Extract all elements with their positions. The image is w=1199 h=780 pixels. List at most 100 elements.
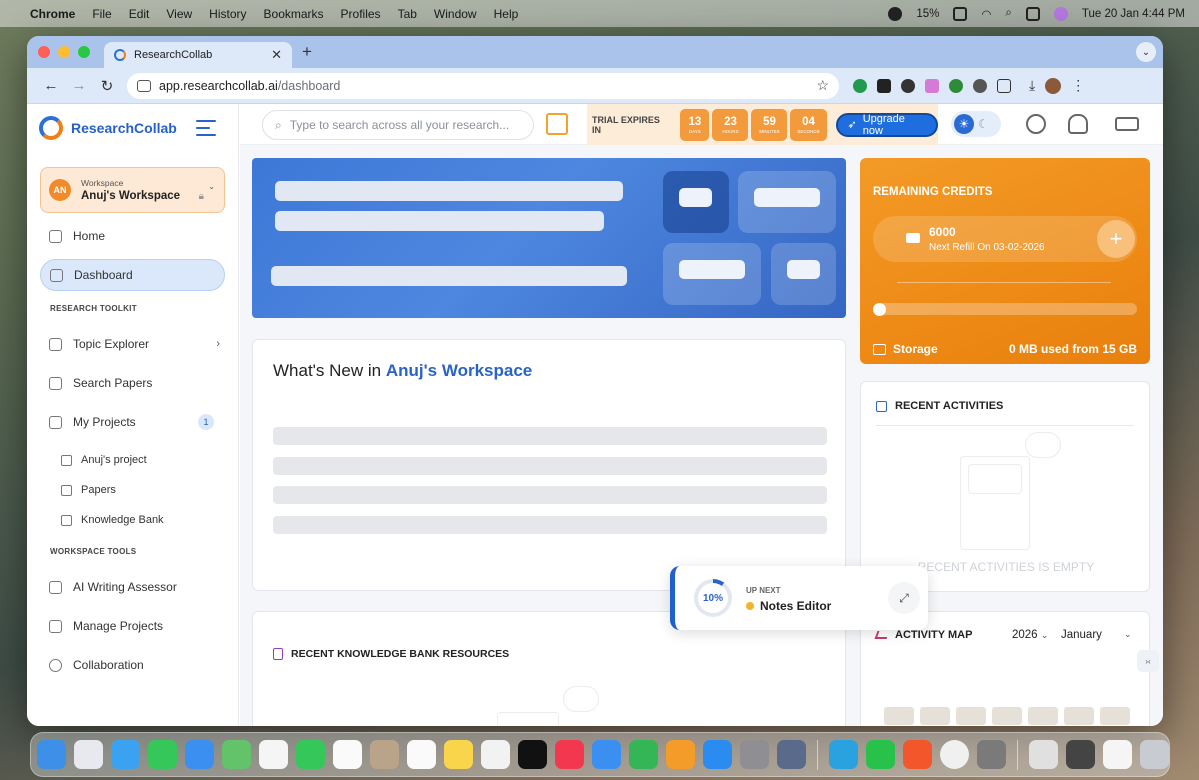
reload-icon[interactable]: ↻: [93, 77, 121, 95]
month-select[interactable]: January: [1061, 629, 1102, 641]
reminders-icon[interactable]: [407, 740, 436, 769]
forward-icon[interactable]: →: [65, 77, 93, 94]
menu-file[interactable]: File: [92, 7, 111, 21]
sidebar-item-knowledge-bank[interactable]: Knowledge Bank: [27, 505, 238, 535]
contacts-icon[interactable]: [370, 740, 399, 769]
sidebar-item-ai-writing-assessor[interactable]: AI Writing Assessor: [27, 571, 238, 603]
system-settings-icon[interactable]: [740, 740, 769, 769]
tab-search-icon[interactable]: ⌄: [1136, 42, 1156, 62]
facetime-icon[interactable]: [296, 740, 325, 769]
menu-profiles[interactable]: Profiles: [341, 7, 381, 21]
app-store-icon[interactable]: [703, 740, 732, 769]
location-icon[interactable]: [888, 6, 903, 21]
menu-help[interactable]: Help: [494, 7, 519, 21]
sidebar-item-papers[interactable]: Papers: [27, 475, 238, 505]
messages-icon[interactable]: [148, 740, 177, 769]
add-credits-button[interactable]: +: [1097, 220, 1135, 258]
menu-view[interactable]: View: [166, 7, 192, 21]
profile-avatar[interactable]: [1045, 77, 1062, 94]
address-bar[interactable]: app.researchcollab.ai/dashboard ☆: [127, 72, 839, 99]
menu-tab[interactable]: Tab: [398, 7, 417, 21]
music-icon[interactable]: [555, 740, 584, 769]
keynote-icon[interactable]: [592, 740, 621, 769]
history-clock-icon[interactable]: [1026, 114, 1046, 134]
control-center-icon[interactable]: [1025, 6, 1040, 21]
chrome-menu-icon[interactable]: ⋮: [1071, 77, 1085, 94]
sidebar-item-home[interactable]: Home: [27, 220, 238, 252]
menubar-clock[interactable]: Tue 20 Jan 4:44 PM: [1082, 8, 1185, 20]
sidebar-item-project[interactable]: Anuj's project: [27, 445, 238, 475]
extension-m-icon[interactable]: [925, 78, 939, 93]
chevron-down-icon[interactable]: ⌄: [1124, 629, 1132, 640]
up-next-widget[interactable]: 10% UP NEXT Notes Editor ⤢: [670, 566, 928, 630]
new-tab-icon[interactable]: +: [302, 42, 312, 62]
calculator-icon[interactable]: [977, 740, 1006, 769]
grammarly-extension-icon[interactable]: [853, 78, 867, 93]
simulator-icon[interactable]: [777, 740, 806, 769]
safari-icon[interactable]: [111, 740, 140, 769]
site-info-icon[interactable]: [137, 79, 151, 92]
apple-tv-icon[interactable]: [518, 740, 547, 769]
zoom-window-button[interactable]: [78, 46, 90, 58]
expand-icon[interactable]: ⤢: [888, 582, 920, 614]
photos-icon[interactable]: [259, 740, 288, 769]
chevron-down-icon[interactable]: ⌄: [208, 182, 215, 191]
launchpad-icon[interactable]: [74, 740, 103, 769]
calculator-widget-icon[interactable]: [1066, 740, 1095, 769]
numbers-icon[interactable]: [629, 740, 658, 769]
browser-tab[interactable]: ResearchCollab ✕: [104, 42, 292, 68]
downloads-icon[interactable]: ⤓: [1029, 77, 1035, 94]
sidebar-item-my-projects[interactable]: My Projects 1: [27, 406, 238, 438]
gift-icon[interactable]: [546, 113, 568, 135]
menu-chrome[interactable]: Chrome: [30, 7, 75, 21]
sidebar-item-manage-projects[interactable]: Manage Projects: [27, 610, 238, 642]
sun-icon[interactable]: ☀: [954, 114, 974, 134]
chevron-right-icon[interactable]: ›: [216, 338, 220, 350]
bookmark-star-icon[interactable]: ☆: [816, 77, 829, 94]
global-search-input[interactable]: ⌕ Type to search across all your researc…: [262, 110, 534, 140]
notes-icon[interactable]: [444, 740, 473, 769]
extension-green-icon[interactable]: [949, 78, 963, 93]
extension-w-icon[interactable]: [877, 78, 891, 93]
menu-history[interactable]: History: [209, 7, 246, 21]
spotlight-icon[interactable]: ⌕: [1005, 7, 1011, 20]
menu-bookmarks[interactable]: Bookmarks: [264, 7, 324, 21]
wifi-icon[interactable]: ◠: [981, 7, 991, 21]
calendar-app-icon[interactable]: [333, 740, 362, 769]
close-tab-icon[interactable]: ✕: [271, 47, 282, 63]
extension-circle-icon[interactable]: [901, 78, 915, 93]
sidebar-item-dashboard[interactable]: Dashboard: [40, 259, 225, 291]
brave-icon[interactable]: [903, 740, 932, 769]
chrome-icon[interactable]: [940, 740, 969, 769]
graduation-cap-icon[interactable]: [1115, 117, 1139, 131]
finder-icon[interactable]: [37, 740, 66, 769]
telegram-icon[interactable]: [829, 740, 858, 769]
menu-toggle-icon[interactable]: [196, 120, 216, 136]
documents-stack-icon[interactable]: [1103, 740, 1132, 769]
menu-edit[interactable]: Edit: [129, 7, 150, 21]
siri-icon[interactable]: [1053, 6, 1068, 21]
extension-g-icon[interactable]: [973, 78, 987, 93]
whatsapp-icon[interactable]: [866, 740, 895, 769]
minimize-window-button[interactable]: [58, 46, 70, 58]
upgrade-now-button[interactable]: ➶ Upgrade now: [835, 112, 939, 137]
trash-icon[interactable]: [1140, 740, 1169, 769]
back-icon[interactable]: ←: [37, 77, 65, 94]
workspace-switcher[interactable]: AN Workspace Anuj's Workspace 🔒︎ ⌄: [40, 167, 225, 213]
freeform-icon[interactable]: [481, 740, 510, 769]
scanner-icon[interactable]: [1029, 740, 1058, 769]
close-window-button[interactable]: [38, 46, 50, 58]
maps-icon[interactable]: [222, 740, 251, 769]
brand-logo[interactable]: ResearchCollab: [27, 104, 238, 152]
extensions-puzzle-icon[interactable]: [997, 78, 1011, 93]
collapse-panel-icon[interactable]: ›‹: [1137, 650, 1159, 672]
theme-toggle[interactable]: ☀ ☾: [951, 111, 1001, 137]
moon-icon[interactable]: ☾: [978, 117, 989, 131]
sidebar-item-topic-explorer[interactable]: Topic Explorer ›: [27, 328, 238, 360]
mail-icon[interactable]: [185, 740, 214, 769]
notifications-bell-icon[interactable]: [1068, 114, 1088, 134]
sidebar-item-collaboration[interactable]: Collaboration: [27, 649, 238, 681]
sidebar-item-search-papers[interactable]: Search Papers: [27, 367, 238, 399]
battery-icon[interactable]: [953, 6, 968, 21]
menu-window[interactable]: Window: [434, 7, 477, 21]
